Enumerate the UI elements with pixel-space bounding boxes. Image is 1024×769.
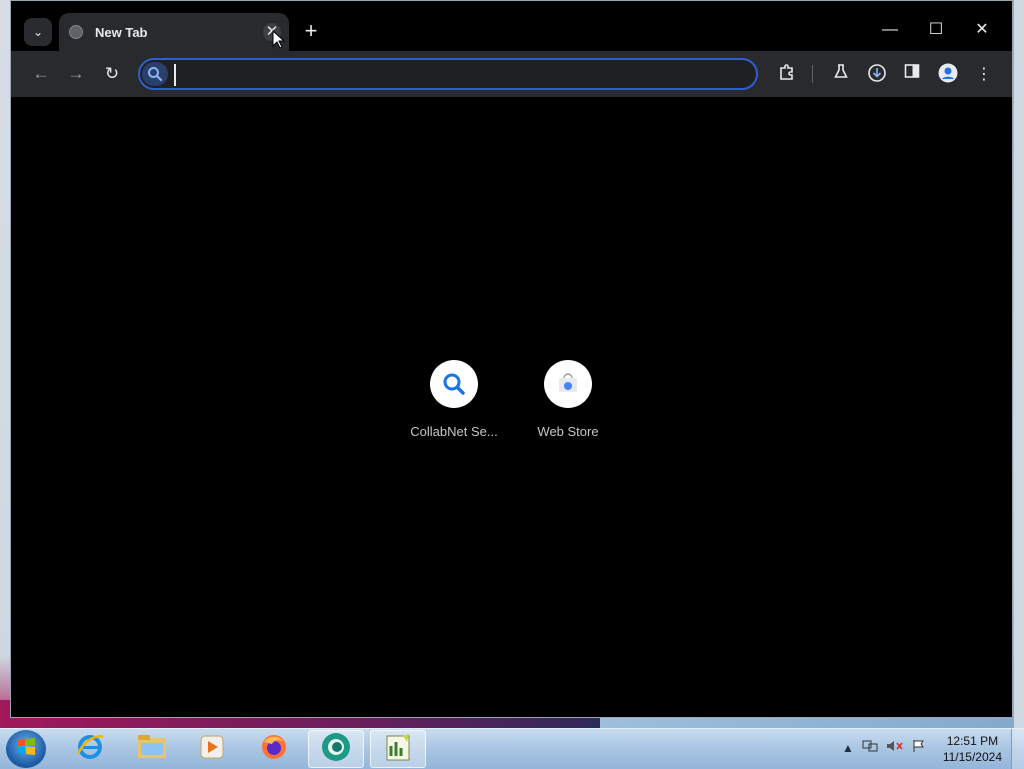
reload-icon: ↻ xyxy=(104,64,120,83)
flask-icon xyxy=(833,64,849,83)
desktop-edge-left xyxy=(0,0,10,728)
firefox-icon xyxy=(259,732,289,767)
tab-title: New Tab xyxy=(95,24,148,40)
extensions-button[interactable] xyxy=(775,63,799,87)
toolbar-divider xyxy=(812,65,813,83)
clock-time: 12:51 PM xyxy=(946,734,999,748)
taskbar-spreadsheet[interactable] xyxy=(370,730,426,768)
shortcut-web-store[interactable]: Web Store xyxy=(518,360,618,439)
windows-logo-icon xyxy=(15,736,37,763)
search-icon xyxy=(430,360,478,408)
taskbar: ▲ 12:51 PM 11/15/2024 xyxy=(0,728,1024,769)
taskbar-firefox[interactable] xyxy=(246,730,302,768)
media-player-icon xyxy=(198,733,226,766)
new-tab-button[interactable]: + xyxy=(299,19,323,43)
start-button[interactable] xyxy=(6,730,46,768)
taskbar-chrome[interactable] xyxy=(308,730,364,768)
search-icon xyxy=(142,62,168,86)
desktop-edge-right xyxy=(1014,0,1024,728)
browser-toolbar: ← → ↻ ⋮ xyxy=(11,51,1012,97)
more-vert-icon: ⋮ xyxy=(976,66,992,83)
file-explorer-icon xyxy=(136,733,168,766)
profile-button[interactable] xyxy=(936,63,960,87)
side-panel-button[interactable] xyxy=(900,63,924,87)
maximize-button[interactable]: ☐ xyxy=(916,15,956,45)
web-store-icon xyxy=(544,360,592,408)
address-input[interactable] xyxy=(174,64,742,86)
shortcut-label: Web Store xyxy=(537,424,599,439)
back-button[interactable]: ← xyxy=(30,63,52,85)
labs-button[interactable] xyxy=(829,63,853,87)
arrow-right-icon: → xyxy=(67,64,85,83)
taskbar-internet-explorer[interactable] xyxy=(62,730,118,768)
avatar-icon xyxy=(938,63,958,87)
shortcut-collabnet[interactable]: CollabNet Se... xyxy=(404,360,504,439)
title-bar: ⌄ New Tab ✕ + — ☐ ✕ xyxy=(11,1,1012,51)
puzzle-icon xyxy=(778,64,796,85)
system-tray: ▲ xyxy=(842,739,926,756)
chrome-icon xyxy=(320,731,352,768)
arrow-left-icon: ← xyxy=(32,64,50,83)
shortcut-label: CollabNet Se... xyxy=(410,424,498,439)
internet-explorer-icon xyxy=(75,732,105,767)
volume-muted-icon[interactable] xyxy=(886,739,904,756)
clock-date: 11/15/2024 xyxy=(942,750,1002,764)
reload-button[interactable]: ↻ xyxy=(101,63,123,85)
new-tab-page: CollabNet Se... Web Store xyxy=(11,97,1012,717)
tab-new-tab[interactable]: New Tab ✕ xyxy=(59,13,289,51)
mouse-cursor xyxy=(272,29,286,55)
tab-search-button[interactable]: ⌄ xyxy=(24,18,52,46)
taskbar-clock[interactable]: 12:51 PM 11/15/2024 xyxy=(943,733,1002,765)
download-icon xyxy=(867,64,887,87)
browser-window: ⌄ New Tab ✕ + — ☐ ✕ ← → ↻ ⋮ CollabNet Se… xyxy=(10,0,1013,718)
chevron-down-icon: ⌄ xyxy=(32,25,44,39)
side-panel-icon xyxy=(904,64,920,83)
download-button[interactable] xyxy=(865,63,889,87)
taskbar-file-explorer[interactable] xyxy=(124,730,180,768)
menu-button[interactable]: ⋮ xyxy=(972,63,996,87)
forward-button[interactable]: → xyxy=(65,63,87,85)
network-icon[interactable] xyxy=(862,739,878,756)
show-hidden-icons-button[interactable]: ▲ xyxy=(842,741,854,755)
show-desktop-button[interactable] xyxy=(1011,729,1024,769)
minimize-button[interactable]: — xyxy=(870,15,910,45)
taskbar-media-player[interactable] xyxy=(184,730,240,768)
globe-icon xyxy=(69,25,83,39)
spreadsheet-icon xyxy=(383,732,413,767)
address-bar[interactable] xyxy=(138,58,758,90)
close-window-button[interactable]: ✕ xyxy=(962,15,1002,45)
action-center-flag-icon[interactable] xyxy=(912,739,926,756)
